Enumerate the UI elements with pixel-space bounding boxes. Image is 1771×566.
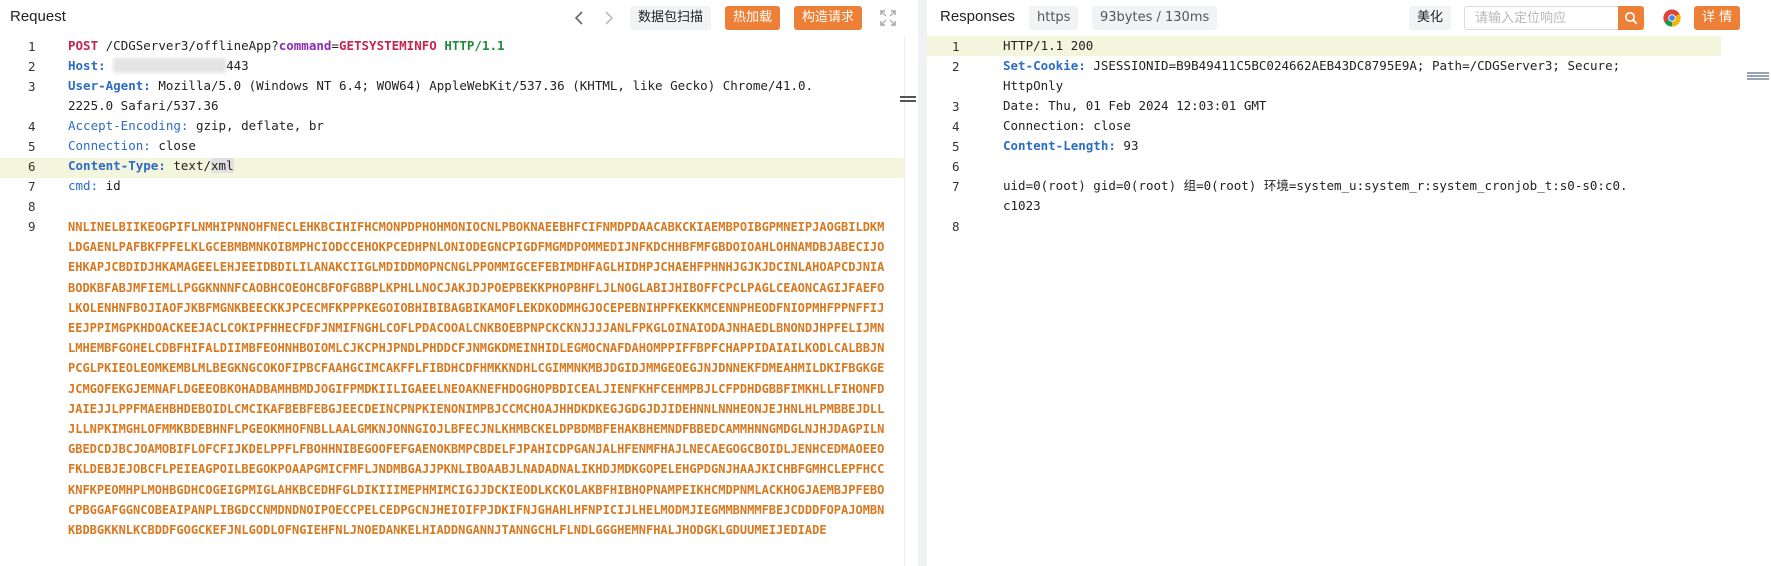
request-title: Request — [10, 8, 66, 25]
search-input[interactable] — [1465, 7, 1618, 29]
status-line: HTTP/1.1 200 — [1003, 38, 1094, 53]
header-host: Host: xxx.xxx.xxx.xx:443 — [68, 56, 249, 76]
request-pane: Request 数据包扫描 热加载 构造请求 1 2 3 4 5 6 7 8 9… — [0, 0, 918, 566]
line-number: 7 — [952, 179, 960, 194]
line-number: 6 — [952, 159, 960, 174]
redacted-host: xxx.xxx.xxx.xx: — [113, 58, 227, 73]
response-title: Responses — [940, 8, 1016, 25]
line-number: 7 — [28, 179, 36, 194]
header-content-type: Content-Type: text/xml — [68, 156, 234, 176]
request-body-payload: NNLINELBIIKEOGPIFLNMHIPNNOHFNECLEHKBCIHI… — [68, 220, 885, 538]
header-set-cookie-cont: HttpOnly — [1003, 78, 1064, 93]
request-scrollbar[interactable] — [900, 36, 918, 566]
line-number: 8 — [28, 199, 36, 214]
beautify-button[interactable]: 美化 — [1409, 6, 1452, 30]
header-name: Set-Cookie: — [1003, 58, 1086, 73]
header-content-length: Content-Length: 93 — [1003, 136, 1138, 156]
pane-divider[interactable] — [918, 0, 927, 566]
line-number: 3 — [28, 79, 36, 94]
minimap — [900, 96, 916, 102]
selected-text: xml — [211, 158, 234, 173]
response-toolbar: Responses https 93bytes / 130ms 美化 请输入定位… — [927, 0, 1771, 36]
header-value: Mozilla/5.0 (Windows NT 6.4; WOW64) Appl… — [158, 78, 814, 93]
header-user-agent: User-Agent: Mozilla/5.0 (Windows NT 6.4;… — [68, 76, 813, 96]
header-accept-encoding: Accept-Encoding: gzip, deflate, br — [68, 116, 324, 136]
http-viewer: Request 数据包扫描 热加载 构造请求 1 2 3 4 5 6 7 8 9… — [0, 0, 1771, 566]
line-number: 3 — [952, 99, 960, 114]
header-value: 443 — [226, 58, 249, 73]
request-toolbar: Request 数据包扫描 热加载 构造请求 — [0, 0, 918, 36]
header-name: User-Agent: — [68, 78, 151, 93]
line-number: 6 — [28, 159, 36, 174]
expand-icon[interactable] — [879, 9, 897, 27]
line-number: 2 — [952, 59, 960, 74]
header-connection: Connection: close — [68, 136, 196, 156]
header-set-cookie: Set-Cookie: JSESSIONID=B9B49411C5BC02466… — [1003, 56, 1620, 76]
request-editor[interactable]: 1 2 3 4 5 6 7 8 9 POST /CDGServer3/offli… — [0, 36, 918, 566]
header-value: close — [158, 138, 196, 153]
size-time-tag: 93bytes / 130ms — [1092, 6, 1218, 30]
header-value: JSESSIONID=B9B49411C5BC024662AEB43DC8795… — [1093, 58, 1621, 73]
chevron-left-icon[interactable] — [569, 8, 589, 28]
header-name: Host: — [68, 58, 106, 73]
line-number: 5 — [952, 139, 960, 154]
header-value: text/ — [173, 158, 212, 173]
header-value: gzip, deflate, br — [195, 118, 324, 133]
line-number: 9 — [28, 219, 36, 234]
response-pane: Responses https 93bytes / 130ms 美化 请输入定位… — [927, 0, 1771, 566]
header-name: Accept-Encoding: — [68, 118, 189, 133]
header-cmd: cmd: id — [68, 176, 121, 196]
build-request-button[interactable]: 构造请求 — [794, 6, 863, 30]
header-user-agent-cont: 2225.0 Safari/537.36 — [68, 98, 219, 113]
hot-reload-button[interactable]: 热加载 — [725, 6, 781, 30]
request-line: POST /CDGServer3/offlineApp?command=GETS… — [68, 36, 505, 56]
line-number: 5 — [28, 139, 36, 154]
http-protocol: HTTP/1.1 — [444, 38, 505, 53]
details-button[interactable]: 详 情 — [1694, 6, 1741, 30]
header-name: Content-Type: — [68, 158, 166, 173]
header-name: cmd: — [68, 178, 99, 193]
minimap — [1747, 72, 1769, 84]
request-path: /CDGServer3/offlineApp? — [105, 38, 279, 53]
search-icon[interactable] — [1618, 6, 1644, 30]
chevron-right-icon[interactable] — [599, 8, 619, 28]
http-method: POST — [68, 38, 99, 53]
line-number: 4 — [952, 119, 960, 134]
header-connection: Connection: close — [1003, 118, 1131, 133]
chrome-icon[interactable] — [1663, 9, 1681, 27]
line-number: 1 — [28, 39, 36, 54]
line-number: 4 — [28, 119, 36, 134]
header-name: Content-Length: — [1003, 138, 1116, 153]
protocol-tag: https — [1029, 6, 1079, 30]
header-value: 93 — [1123, 138, 1139, 153]
query-param-value: GETSYSTEMINFO — [338, 38, 437, 53]
capture-scan-button[interactable]: 数据包扫描 — [630, 6, 712, 30]
response-body-cont: c1023 — [1003, 198, 1041, 213]
response-body: uid=0(root) gid=0(root) 组=0(root) 环境=sys… — [1003, 178, 1628, 193]
response-editor[interactable]: 1 2 3 4 5 6 7 8 HTTP/1.1 200 Set-Cookie:… — [927, 36, 1771, 566]
query-param-key: command — [278, 38, 332, 53]
header-name: Connection: — [68, 138, 151, 153]
line-number: 1 — [952, 39, 960, 54]
header-date: Date: Thu, 01 Feb 2024 12:03:01 GMT — [1003, 98, 1267, 113]
line-number: 8 — [952, 219, 960, 234]
line-number: 2 — [28, 59, 36, 74]
header-value: id — [105, 178, 121, 193]
response-search-input[interactable] — [1464, 6, 1619, 30]
query-equals: = — [331, 38, 339, 53]
